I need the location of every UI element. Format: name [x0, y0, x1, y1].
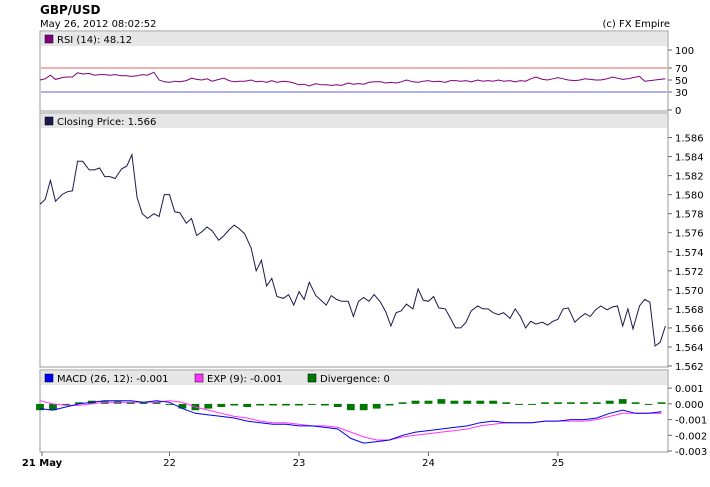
divergence-bar	[333, 403, 342, 407]
price-tick-label: 1.578	[675, 210, 704, 221]
divergence-bar	[554, 402, 562, 404]
divergence-bar	[411, 400, 420, 404]
divergence-bar	[269, 403, 277, 406]
rsi-tick-label: 70	[675, 64, 688, 75]
x-tick-label: 24	[422, 458, 435, 469]
divergence-bar	[476, 400, 485, 404]
divergence-bar	[631, 402, 640, 404]
divergence-bar	[541, 402, 549, 404]
divergence-bar	[567, 402, 575, 404]
divergence-bar	[321, 403, 329, 406]
price-tick-label: 1.582	[675, 172, 704, 183]
rsi-panel: RSI (14): 48.12 100 705030 0	[39, 30, 694, 117]
divergence-bar	[295, 403, 303, 406]
divergence-bar	[424, 400, 433, 404]
x-tick-label: 21 May	[22, 458, 63, 469]
macd-tick-label: -0.001	[675, 416, 707, 427]
divergence-bar	[359, 403, 368, 411]
price-panel-frame	[39, 112, 669, 368]
divergence-bar	[605, 400, 614, 404]
div-legend: Divergence: 0	[320, 374, 390, 385]
divergence-bar	[204, 403, 213, 409]
timestamp: May 26, 2012 08:02:52	[40, 19, 156, 30]
price-tick-label: 1.580	[675, 191, 704, 202]
divergence-bar	[372, 403, 381, 409]
divergence-bar	[580, 402, 588, 404]
divergence-bar	[515, 403, 523, 405]
rsi-tick-label: 0	[675, 106, 681, 117]
divergence-bar	[528, 403, 536, 405]
rsi-legend-bar	[41, 32, 667, 46]
credit: (c) FX Empire	[603, 19, 671, 30]
divergence-bar	[217, 403, 226, 407]
macd-tick-label: 0.000	[675, 400, 704, 411]
macd-legend-swatch	[44, 373, 54, 383]
rsi-legend: RSI (14): 48.12	[57, 35, 132, 46]
rsi-legend-swatch	[44, 34, 54, 44]
price-tick-label: 1.574	[675, 248, 704, 259]
divergence-bar	[178, 403, 187, 409]
exp-legend-swatch	[194, 373, 204, 383]
macd-tick-label: 0.001	[675, 384, 704, 395]
x-tick-label: 25	[552, 458, 565, 469]
divergence-bar	[489, 400, 498, 404]
rsi-tick-label: 50	[675, 76, 688, 87]
price-tick-label: 1.562	[675, 362, 704, 373]
price-tick-label: 1.568	[675, 305, 704, 316]
rsi-tick-label: 100	[675, 46, 694, 57]
price-tick-label: 1.584	[675, 153, 704, 164]
divergence-bar	[230, 403, 239, 406]
exp-legend: EXP (9): -0.001	[207, 374, 282, 385]
price-tick-label: 1.564	[675, 343, 704, 354]
div-legend-swatch	[307, 373, 317, 383]
price-tick-label: 1.586	[675, 134, 704, 145]
x-axis: 21 May 22 23 24 25	[22, 452, 564, 469]
divergence-bar	[346, 403, 355, 411]
price-panel: Closing Price: 1.566 1.586 1.584 1.582 1.58…	[39, 112, 704, 373]
divergence-bar	[502, 402, 511, 404]
divergence-bar	[256, 403, 264, 406]
divergence-bar	[398, 402, 407, 404]
price-legend-swatch	[44, 116, 54, 126]
macd-tick-label: -0.003	[675, 447, 707, 458]
divergence-bar	[657, 402, 666, 404]
forex-chart: GBP/USD May 26, 2012 08:02:52 (c) FX Emp…	[22, 3, 707, 469]
price-tick-label: 1.570	[675, 286, 704, 297]
divergence-bar	[618, 399, 627, 404]
price-tick-label: 1.572	[675, 267, 704, 278]
macd-tick-label: -0.002	[675, 431, 707, 442]
divergence-bar	[282, 403, 290, 406]
divergence-bar	[463, 400, 472, 404]
divergence-bar	[243, 403, 252, 407]
divergence-bar	[450, 400, 459, 404]
divergence-bar	[437, 399, 446, 404]
rsi-tick-label: 30	[675, 88, 688, 99]
price-tick-label: 1.566	[675, 324, 704, 335]
price-tick-label: 1.576	[675, 229, 704, 240]
divergence-bar	[308, 403, 316, 405]
x-tick-label: 22	[163, 458, 176, 469]
divergence-bar	[644, 403, 653, 405]
chart-title: GBP/USD	[40, 3, 101, 17]
x-tick-label: 23	[293, 458, 306, 469]
divergence-bar	[385, 403, 394, 406]
macd-legend: MACD (26, 12): -0.001	[57, 374, 169, 385]
divergence-bar	[592, 402, 601, 404]
macd-panel: MACD (26, 12): -0.001 EXP (9): -0.001 Di…	[36, 369, 707, 458]
price-legend: Closing Price: 1.566	[57, 117, 156, 128]
